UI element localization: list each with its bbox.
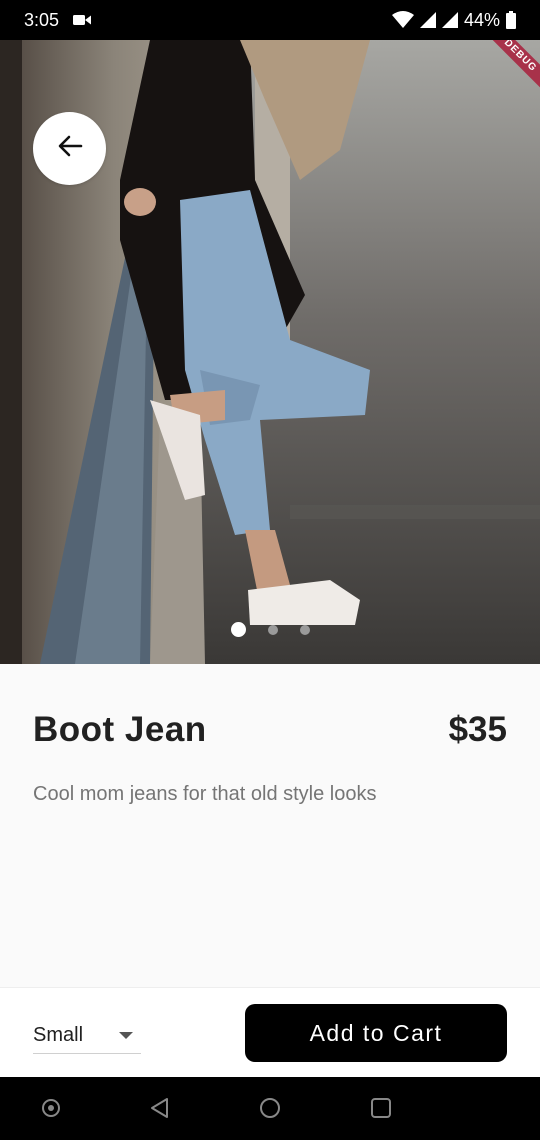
product-description: Cool mom jeans for that old style looks <box>33 783 377 805</box>
arrow-left-icon <box>57 133 83 164</box>
dropdown-arrow-icon <box>119 1027 133 1045</box>
product-price: $35 <box>448 710 507 749</box>
signal-icon <box>419 12 436 28</box>
wifi-icon <box>391 11 414 29</box>
status-time: 3:05 <box>24 9 60 30</box>
video-camera-icon <box>73 14 92 26</box>
system-navigation-bar <box>0 1077 540 1140</box>
add-to-cart-button[interactable]: Add to Cart <box>245 1004 507 1062</box>
product-image-carousel[interactable]: DEBUG <box>0 40 540 664</box>
signal-icon-2 <box>441 12 458 28</box>
recents-square-icon[interactable] <box>370 1097 392 1124</box>
back-button[interactable] <box>33 112 106 185</box>
product-title: Boot Jean <box>33 710 207 749</box>
size-dropdown[interactable]: Small <box>33 1018 141 1054</box>
carousel-dot-active[interactable] <box>230 622 246 637</box>
product-detail-screen: 3:05 44% DEBUG Boot Jean $35 Cool mom je… <box>0 0 540 1140</box>
size-selected-value: Small <box>33 1024 84 1046</box>
bottom-action-bar: Small Add to Cart <box>0 987 540 1078</box>
assistant-icon[interactable] <box>41 1097 61 1124</box>
carousel-dot[interactable] <box>299 624 310 635</box>
home-circle-icon[interactable] <box>259 1097 281 1124</box>
battery-percent: 44% <box>463 9 500 30</box>
back-triangle-icon[interactable] <box>149 1097 171 1124</box>
battery-icon <box>506 11 516 29</box>
carousel-dot[interactable] <box>267 624 278 635</box>
status-bar: 3:05 44% <box>0 0 540 40</box>
carousel-indicator <box>0 622 540 637</box>
